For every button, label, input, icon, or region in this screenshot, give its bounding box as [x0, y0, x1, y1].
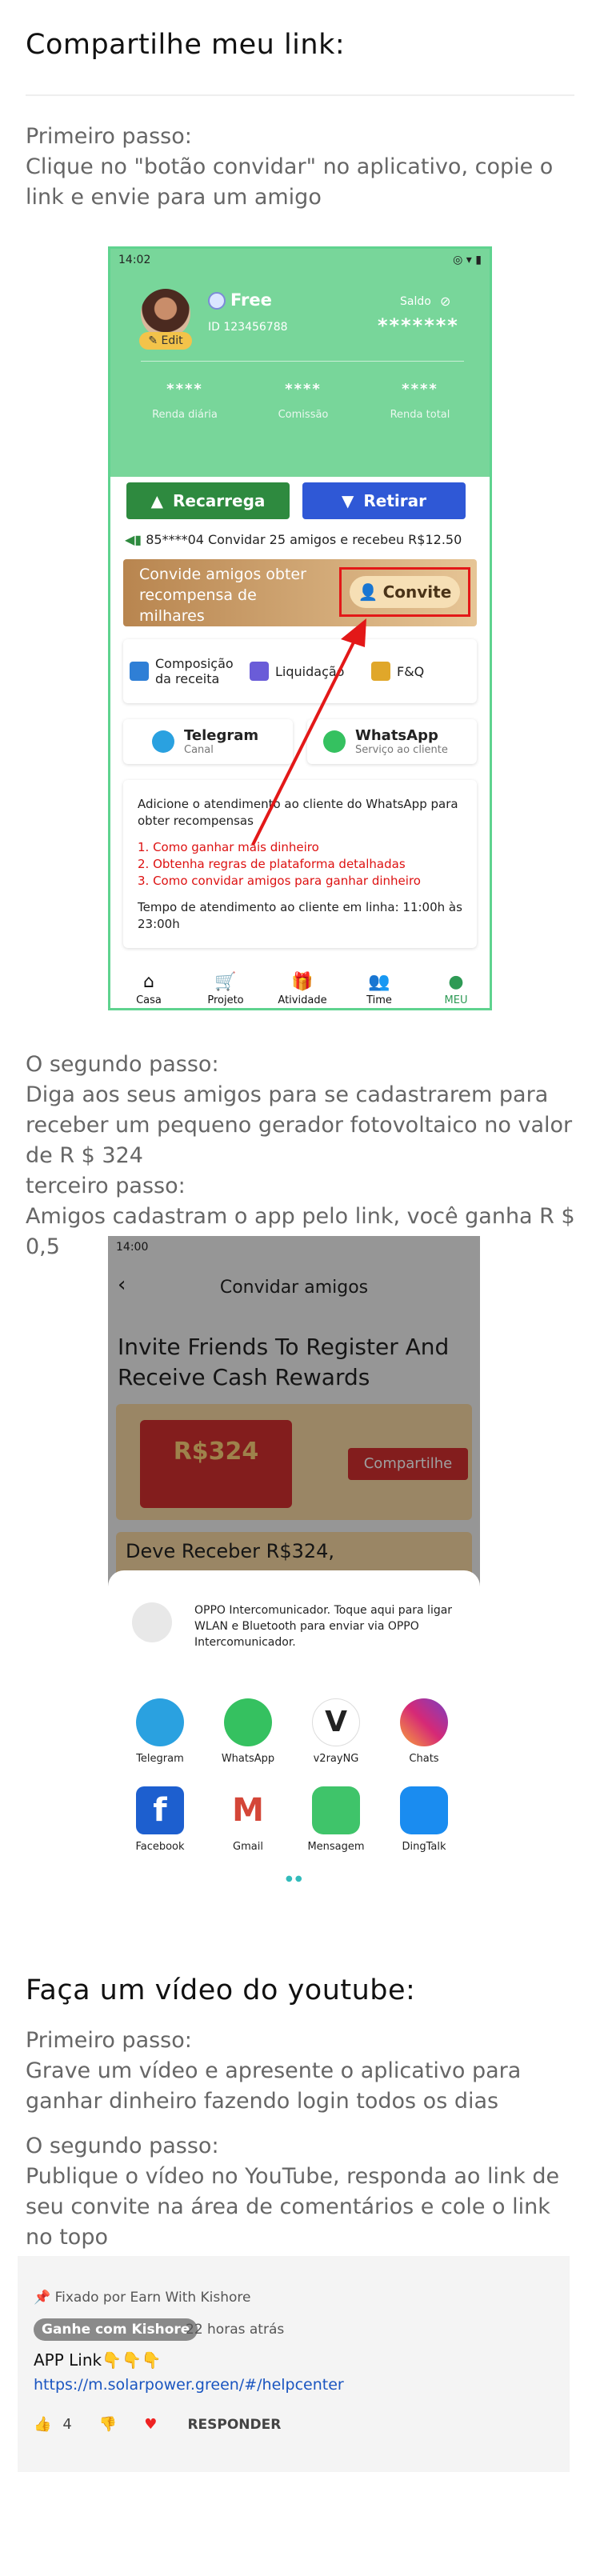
section-title-youtube: Faça um vídeo do youtube: — [26, 1974, 416, 2006]
message-icon — [312, 1786, 360, 1834]
pin-icon: 📌 — [34, 2290, 51, 2306]
app-screenshot-share: 14:00 ‹ Convidar amigos Invite Friends T… — [108, 1236, 480, 1916]
step1-text: Clique no "botão convidar" no aplicativo… — [26, 154, 554, 210]
comment-link[interactable]: https://m.solarpower.green/#/helpcenter — [34, 2376, 344, 2394]
like-icon[interactable]: 👍 — [34, 2416, 51, 2433]
gmail-icon: M — [224, 1786, 272, 1834]
page-dots: ● ● — [286, 1874, 302, 1883]
tab-atividade[interactable]: 🎁 Atividade — [270, 970, 334, 1006]
steps-2-3-block: O segundo passo: Diga aos seus amigos pa… — [26, 1050, 578, 1262]
yt-step1-block: Primeiro passo: Grave um vídeo e apresen… — [26, 2026, 578, 2117]
creator-heart-icon: ♥ — [144, 2416, 158, 2433]
yt-step2-label: O segundo passo: — [26, 2134, 219, 2158]
step3-label: terceiro passo: — [26, 1174, 186, 1198]
cart-icon: 🛒 — [214, 972, 237, 992]
yt-step2-block: O segundo passo: Publique o vídeo no You… — [26, 2131, 578, 2253]
youtube-comment-screenshot: 📌 Fixado por Earn With Kishore Ganhe com… — [18, 2256, 570, 2472]
section-title-share: Compartilhe meu link: — [26, 29, 346, 61]
tab-time[interactable]: 👥 Time — [347, 970, 411, 1006]
tab-projeto[interactable]: 🛒 Projeto — [194, 970, 258, 1006]
profile-icon: ● — [448, 972, 464, 992]
step1-label: Primeiro passo: — [26, 124, 192, 149]
app-chats[interactable]: Chats — [390, 1698, 458, 1765]
bottom-tab-bar: ⌂ Casa 🛒 Projeto 🎁 Atividade 👥 Time ● MEU — [110, 957, 490, 1008]
like-count: 4 — [62, 2416, 72, 2433]
comment-author[interactable]: Ganhe com Kishore — [34, 2318, 198, 2341]
app-telegram[interactable]: Telegram — [126, 1698, 194, 1765]
app-mensagem[interactable]: Mensagem — [302, 1786, 370, 1853]
instagram-icon — [400, 1698, 448, 1746]
tab-meu[interactable]: ● MEU — [424, 970, 488, 1006]
yt-step2-text: Publique o vídeo no YouTube, responda ao… — [26, 2164, 560, 2250]
step2-text: Diga aos seus amigos para se cadastrarem… — [26, 1082, 573, 1168]
app-screenshot-profile: 14:02 ◎ ▾ ▮ ✎ Edit Free ID 123456788 Sal… — [108, 246, 492, 1010]
team-icon: 👥 — [368, 972, 390, 992]
comment-actions: 👍 4 👎 ♥ RESPONDER — [34, 2416, 281, 2433]
oppo-text[interactable]: OPPO Intercomunicador. Toque aqui para l… — [194, 1602, 458, 1650]
pinned-label: 📌 Fixado por Earn With Kishore — [34, 2290, 251, 2306]
whatsapp-icon — [224, 1698, 272, 1746]
facebook-icon: f — [136, 1786, 184, 1834]
dislike-icon[interactable]: 👎 — [99, 2416, 117, 2433]
share-sheet: OPPO Intercomunicador. Toque aqui para l… — [108, 1570, 480, 1916]
tab-casa[interactable]: ⌂ Casa — [117, 970, 181, 1006]
divider — [26, 94, 574, 96]
app-dingtalk[interactable]: DingTalk — [390, 1786, 458, 1853]
step2-label: O segundo passo: — [26, 1052, 219, 1077]
wifi-icon — [132, 1602, 172, 1642]
step1-block: Primeiro passo: Clique no "botão convida… — [26, 122, 578, 213]
red-arrow — [251, 618, 366, 846]
dingtalk-icon — [400, 1786, 448, 1834]
gift-icon: 🎁 — [291, 972, 314, 992]
yt-step1-text: Grave um vídeo e apresente o aplicativo … — [26, 2058, 522, 2114]
app-v2rayng[interactable]: Vv2rayNG — [302, 1698, 370, 1765]
v2rayng-icon: V — [312, 1698, 360, 1746]
home-icon: ⌂ — [143, 972, 154, 992]
comment-time: 22 horas atrás — [186, 2322, 285, 2338]
comment-text: APP Link👇👇👇 — [34, 2350, 162, 2370]
reply-button[interactable]: RESPONDER — [187, 2417, 281, 2433]
telegram-icon — [136, 1698, 184, 1746]
yt-step1-label: Primeiro passo: — [26, 2028, 192, 2053]
app-whatsapp[interactable]: WhatsApp — [214, 1698, 282, 1765]
app-gmail[interactable]: M Gmail — [214, 1786, 282, 1853]
app-facebook[interactable]: f Facebook — [126, 1786, 194, 1853]
